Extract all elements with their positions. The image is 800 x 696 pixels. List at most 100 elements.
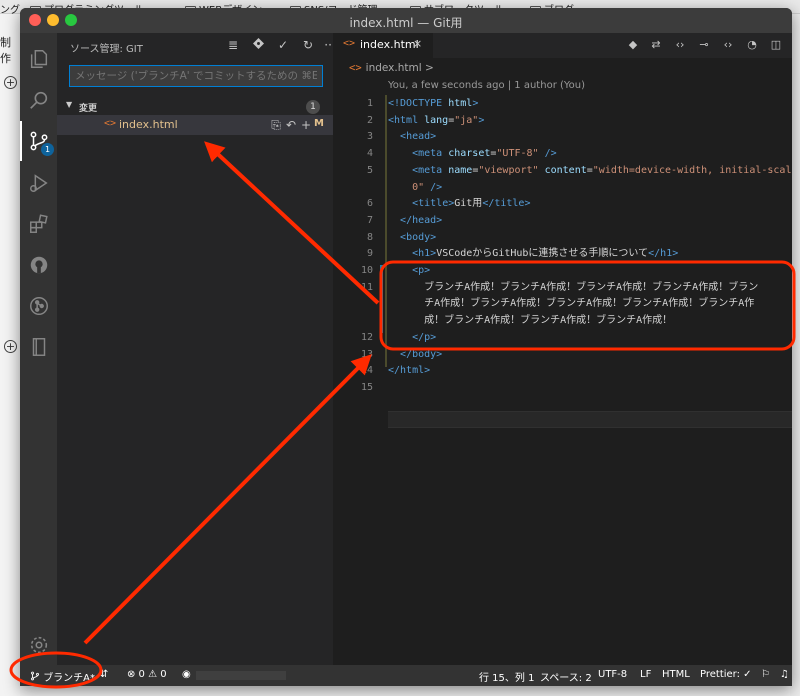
line-source: <head>	[400, 131, 437, 143]
changed-file-item[interactable]: <> index.html ⎘ ↶ + M	[57, 115, 333, 135]
progress-indicator	[196, 671, 286, 680]
code-line: 成！ブランチA作成！ブランチA作成！ブランチA作成！	[333, 312, 792, 329]
code-line: 7 </head>	[333, 212, 792, 229]
view-list-icon[interactable]: ≣	[225, 37, 241, 53]
branch-icon	[31, 671, 39, 681]
tab-index-html[interactable]: <> index.html ×	[333, 33, 433, 58]
add-icon[interactable]: +	[4, 340, 17, 353]
activity-bar: 1	[20, 33, 57, 665]
indentation-setting[interactable]: スペース: 2	[540, 669, 592, 684]
line-source: <!DOCTYPE html>	[388, 98, 479, 109]
git-blame-annotation[interactable]: You, a few seconds ago | 1 author (You)	[388, 80, 585, 91]
code-line: 11 ブランチA作成！ブランチA作成！ブランチA作成！ブランチA作成！ブラン	[333, 279, 792, 296]
code-line: チA作成！ブランチA作成！ブランチA作成！ブランチA作成！ブランチA作	[333, 295, 792, 312]
line-source: <title>Git用</title>	[412, 198, 531, 210]
line-source: <meta name="viewport" content="width=dev…	[412, 164, 792, 176]
notifications-icon[interactable]: ♫	[780, 669, 789, 680]
stage-changes-icon[interactable]: +	[299, 117, 313, 133]
notebook-icon[interactable]	[20, 327, 57, 367]
code-line: 12 </p>	[333, 329, 792, 346]
line-source: ブランチA作成！ブランチA作成！ブランチA作成！ブランチA作成！ブラン	[388, 281, 759, 293]
line-source: </p>	[412, 331, 437, 343]
current-line-highlight	[388, 411, 792, 428]
source-control-icon[interactable]	[20, 121, 57, 161]
line-number: 1	[366, 98, 373, 109]
commit-message-input[interactable]	[69, 65, 323, 87]
branch-indicator[interactable]: ブランチA*	[30, 669, 95, 684]
changes-group[interactable]: ▼ 変更 1	[57, 99, 333, 115]
background-text: 制作	[0, 36, 11, 65]
code-line: 9 <h1>VSCodeからGitHubに連携させる手順について</h1>	[333, 245, 792, 262]
explorer-icon[interactable]	[20, 39, 57, 79]
line-number: 6	[366, 198, 373, 210]
code-line: 3 <head>	[333, 128, 792, 145]
code-line: 15	[333, 379, 792, 396]
line-source: <p>	[412, 265, 431, 276]
line-source: 成！ブランチA作成！ブランチA作成！ブランチA作成！	[388, 315, 673, 327]
close-icon[interactable]: ×	[413, 37, 422, 50]
extensions-icon[interactable]	[20, 204, 57, 244]
eol-setting[interactable]: LF	[640, 669, 651, 680]
commit-check-icon[interactable]: ✓	[275, 37, 291, 53]
next-change-icon[interactable]: ‹›	[721, 38, 735, 52]
status-bar: ブランチA* ⇵ ⊗ 0 ⚠ 0 ◉ 行 15、列 1 スペース: 2 UTF-…	[20, 665, 792, 686]
github-icon[interactable]	[20, 245, 57, 285]
changes-label: 変更	[79, 104, 98, 114]
code-line: 1 <!DOCTYPE html>	[333, 95, 792, 112]
add-icon[interactable]: +	[4, 76, 17, 89]
feedback-icon[interactable]: ⚐	[761, 669, 770, 680]
git-graph-icon[interactable]	[20, 286, 57, 326]
code-line: 6 <title>Git用</title>	[333, 195, 792, 212]
run-debug-icon[interactable]	[20, 163, 57, 203]
line-source: </html>	[388, 365, 431, 377]
split-editor-icon[interactable]: ◫	[769, 38, 783, 52]
line-number: 3	[366, 131, 373, 143]
live-share-icon[interactable]: ◉	[182, 669, 191, 680]
line-number: 4	[366, 148, 373, 160]
line-number: 10	[360, 265, 373, 276]
language-mode[interactable]: HTML	[662, 669, 690, 680]
sync-icon[interactable]: ⇵	[100, 669, 108, 680]
line-source: </body>	[400, 348, 443, 360]
html-file-icon: <>	[343, 38, 356, 49]
window-title: index.html — Git用	[349, 16, 463, 30]
encoding-setting[interactable]: UTF-8	[598, 669, 627, 680]
cursor-position[interactable]: 行 15、列 1	[479, 669, 534, 684]
search-icon[interactable]	[20, 80, 57, 120]
line-number: 13	[360, 348, 373, 360]
gear-icon[interactable]	[20, 625, 57, 665]
line-number: 15	[360, 381, 373, 393]
html-file-icon: <>	[104, 118, 117, 129]
code-line: 10 <p>	[333, 262, 792, 279]
changed-file-name: index.html	[119, 118, 178, 131]
code-line: 2 <html lang="ja">	[333, 112, 792, 129]
file-status-badge: M	[314, 118, 324, 129]
scm-badge: 1	[41, 143, 54, 156]
commit-node-icon[interactable]: ⊸	[697, 38, 711, 52]
line-number: 5	[366, 164, 373, 176]
previous-change-icon[interactable]: ‹›	[673, 38, 687, 52]
breadcrumb[interactable]: <> index.html >	[349, 62, 434, 74]
editor-area: <> index.html × ◆ ⇄ ‹› ⊸ ‹› ◔ ◫ <> index.…	[333, 33, 792, 665]
timeline-icon[interactable]: ◔	[745, 38, 759, 52]
line-source: <body>	[400, 231, 437, 243]
git-extension-icon[interactable]: ◆	[626, 38, 640, 52]
vscode-window: index.html — Git用 1 ソース管理: GIT ≣ ✓ ↻ ···…	[20, 8, 792, 686]
discard-changes-icon[interactable]: ↶	[284, 117, 298, 133]
line-source: </head>	[400, 214, 443, 226]
problems-indicator[interactable]: ⊗ 0 ⚠ 0	[127, 669, 167, 680]
line-number: 2	[366, 114, 373, 126]
line-number: 11	[360, 281, 373, 293]
line-number: 14	[360, 365, 373, 377]
compare-changes-icon[interactable]: ⇄	[649, 38, 663, 52]
active-indicator	[20, 121, 22, 161]
line-source: <html lang="ja">	[388, 114, 485, 126]
code-line: 14 </html>	[333, 362, 792, 379]
changes-count-badge: 1	[306, 100, 320, 114]
prettier-status[interactable]: Prettier: ✓	[700, 669, 752, 680]
line-number: 8	[366, 231, 373, 243]
git-extension-icon[interactable]	[250, 37, 266, 53]
tab-label: index.html	[360, 38, 419, 51]
refresh-icon[interactable]: ↻	[300, 37, 316, 53]
open-file-icon[interactable]: ⎘	[269, 117, 283, 133]
